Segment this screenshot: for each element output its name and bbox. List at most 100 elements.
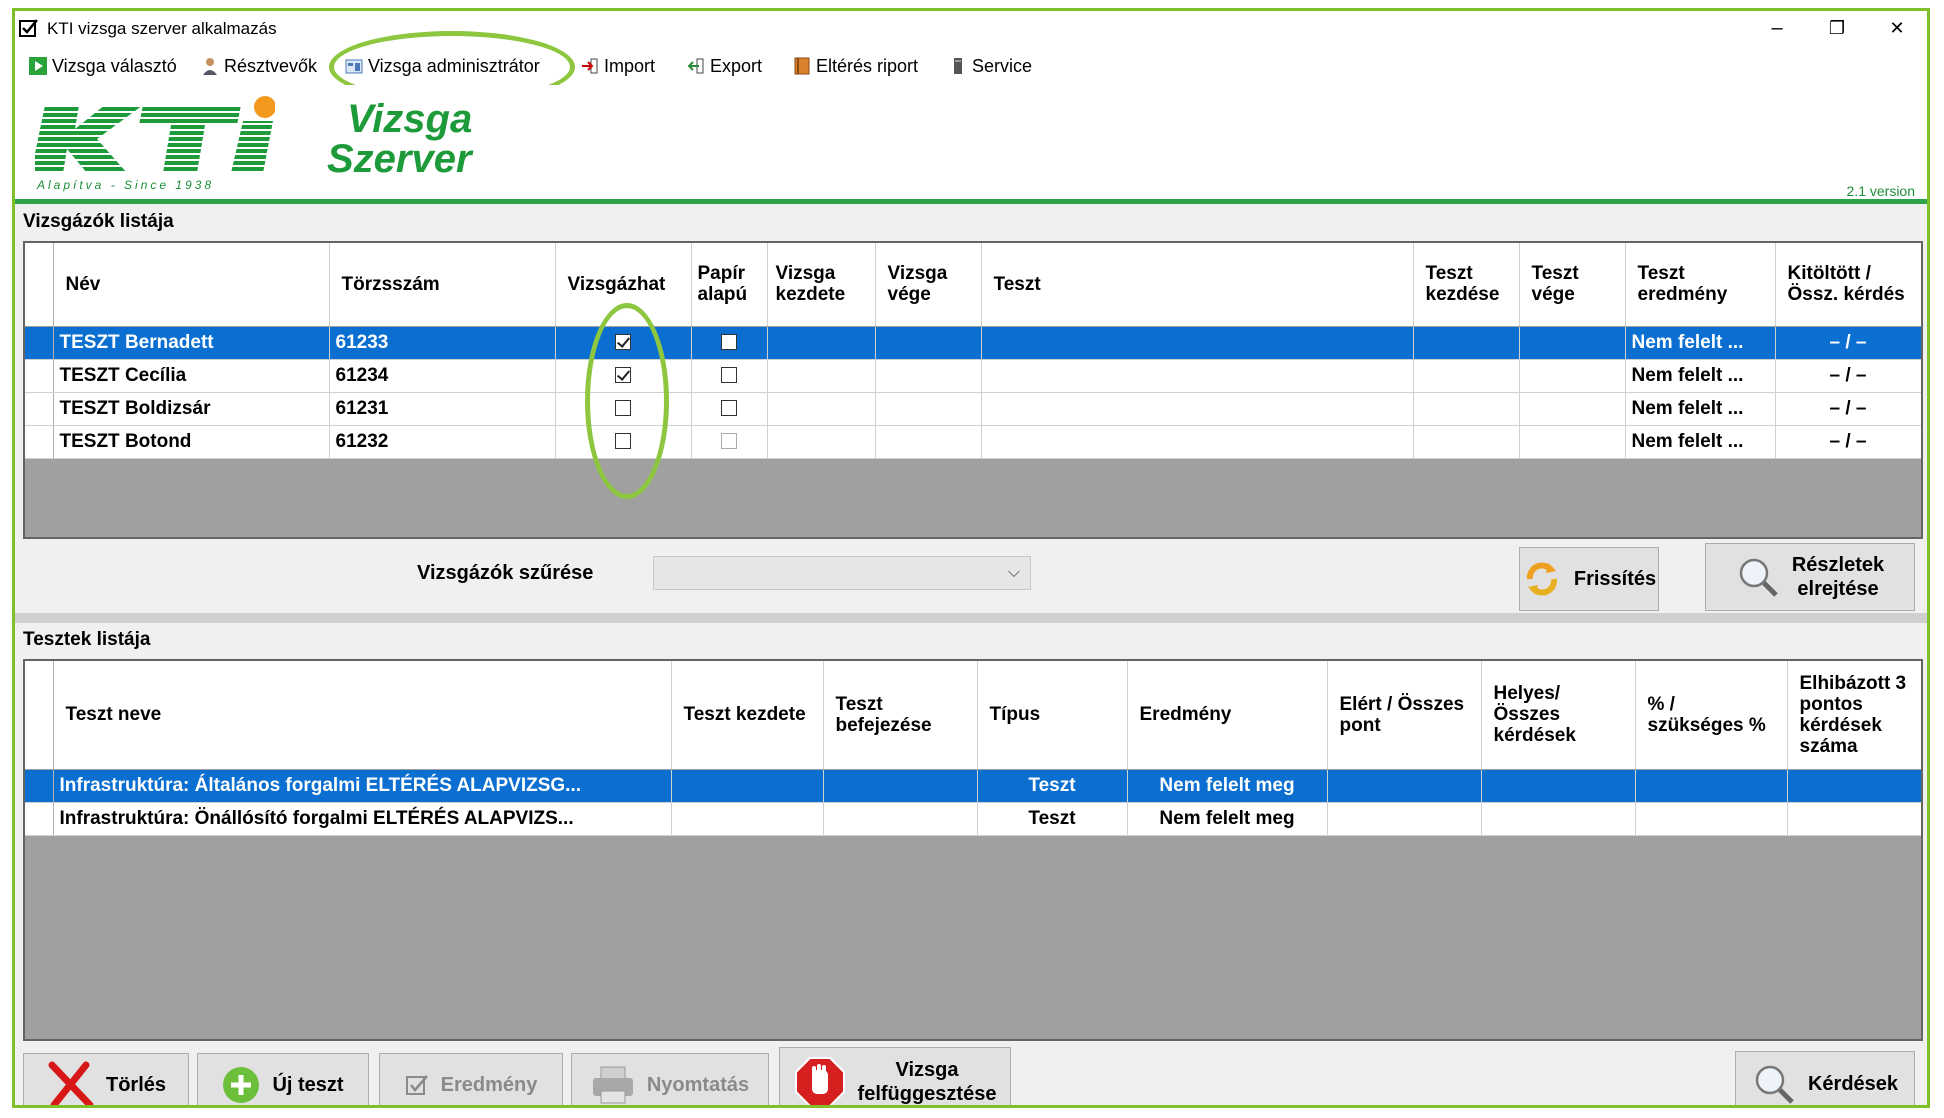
cell-exam-start[interactable] xyxy=(767,425,876,459)
cell-exam-end[interactable] xyxy=(875,392,982,426)
row-header[interactable] xyxy=(25,425,54,459)
menu-resztvevok[interactable]: Résztvevők xyxy=(201,53,317,79)
cell-name[interactable]: Infrastruktúra: Önállósító forgalmi ELTÉ… xyxy=(53,802,672,836)
col-header-nev[interactable]: Név xyxy=(53,243,330,327)
cell-missed[interactable] xyxy=(1787,802,1921,836)
cell-percent[interactable] xyxy=(1635,769,1788,803)
examinee-row[interactable]: TESZT Bernadett 61233 Nem felelt ... – / – xyxy=(25,326,1921,360)
examinee-row[interactable]: TESZT Boldizsár 61231 Nem felelt ... – / – xyxy=(25,392,1921,426)
cell-result[interactable]: Nem felelt ... xyxy=(1625,425,1776,459)
row-header[interactable] xyxy=(25,769,54,803)
cell-test[interactable] xyxy=(981,392,1414,426)
col-header-elert-pont[interactable]: Elért / Összes pont xyxy=(1327,661,1482,770)
cell-correct[interactable] xyxy=(1481,769,1636,803)
test-row[interactable]: Infrastruktúra: Általános forgalmi ELTÉR… xyxy=(25,769,1921,803)
hide-details-button[interactable]: Részletek elrejtése xyxy=(1705,543,1915,611)
test-row[interactable]: Infrastruktúra: Önállósító forgalmi ELTÉ… xyxy=(25,802,1921,836)
menu-vizsga-adminisztrator[interactable]: Vizsga adminisztrátor xyxy=(345,53,540,79)
col-header-papir[interactable]: Papír alapú xyxy=(691,243,768,327)
cell-result[interactable]: Nem felelt ... xyxy=(1625,392,1776,426)
col-header-vizsga-kezdete[interactable]: Vizsga kezdete xyxy=(767,243,876,327)
cell-start[interactable] xyxy=(671,769,824,803)
cell-test-start[interactable] xyxy=(1413,359,1520,393)
menu-vizsga-valaszto[interactable]: Vizsga választó xyxy=(29,53,177,79)
col-header-teszt[interactable]: Teszt xyxy=(981,243,1414,327)
col-header-teszt-eredmeny[interactable]: Teszt eredmény xyxy=(1625,243,1776,327)
col-header-teszt-vege[interactable]: Teszt vége xyxy=(1519,243,1626,327)
menu-import[interactable]: Import xyxy=(581,53,655,79)
cell-id[interactable]: 61231 xyxy=(329,392,556,426)
checkbox[interactable] xyxy=(615,400,631,417)
cell-name[interactable]: TESZT Botond xyxy=(53,425,330,459)
checkbox[interactable] xyxy=(615,367,631,384)
cell-name[interactable]: TESZT Boldizsár xyxy=(53,392,330,426)
col-header-elhibazott[interactable]: Elhibázott 3 pontos kérdések száma xyxy=(1787,661,1921,770)
col-header-teszt-kezdese[interactable]: Teszt kezdése xyxy=(1413,243,1520,327)
refresh-button[interactable]: Frissítés xyxy=(1519,547,1659,611)
cell-type[interactable]: Teszt xyxy=(977,769,1128,803)
col-header-tipus[interactable]: Típus xyxy=(977,661,1128,770)
cell-name[interactable]: Infrastruktúra: Általános forgalmi ELTÉR… xyxy=(53,769,672,803)
cell-filled[interactable]: – / – xyxy=(1775,425,1921,459)
cell-test[interactable] xyxy=(981,359,1414,393)
chevron-down-icon[interactable]: ⌵ xyxy=(1008,564,1020,582)
examinee-row[interactable]: TESZT Botond 61232 Nem felelt ... – / – xyxy=(25,425,1921,459)
cell-can-exam[interactable] xyxy=(555,326,692,360)
cell-end[interactable] xyxy=(823,802,978,836)
cell-name[interactable]: TESZT Bernadett xyxy=(53,326,330,360)
filter-combobox[interactable]: ⌵ xyxy=(653,556,1031,590)
cell-exam-end[interactable] xyxy=(875,359,982,393)
cell-test-end[interactable] xyxy=(1519,392,1626,426)
cell-test-end[interactable] xyxy=(1519,425,1626,459)
delete-button[interactable]: Törlés xyxy=(23,1053,189,1105)
cell-id[interactable]: 61232 xyxy=(329,425,556,459)
menu-service[interactable]: Service xyxy=(949,53,1032,79)
col-header-vizsgazhat[interactable]: Vizsgázhat xyxy=(555,243,692,327)
col-header-vizsga-vege[interactable]: Vizsga vége xyxy=(875,243,982,327)
cell-missed[interactable] xyxy=(1787,769,1921,803)
cell-result[interactable]: Nem felelt ... xyxy=(1625,326,1776,360)
row-header[interactable] xyxy=(25,392,54,426)
examinee-row[interactable]: TESZT Cecília 61234 Nem felelt ... – / – xyxy=(25,359,1921,393)
col-header-kitoltott[interactable]: Kitöltött / Össz. kérdés xyxy=(1775,243,1921,327)
cell-paper[interactable] xyxy=(691,392,768,426)
col-header-teszt-befejezese[interactable]: Teszt befejezése xyxy=(823,661,978,770)
row-header[interactable] xyxy=(25,359,54,393)
cell-can-exam[interactable] xyxy=(555,359,692,393)
menu-elteres-riport[interactable]: Eltérés riport xyxy=(793,53,918,79)
cell-end[interactable] xyxy=(823,769,978,803)
cell-test-start[interactable] xyxy=(1413,425,1520,459)
cell-name[interactable]: TESZT Cecília xyxy=(53,359,330,393)
cell-test-end[interactable] xyxy=(1519,359,1626,393)
checkbox[interactable] xyxy=(721,400,737,417)
cell-paper[interactable] xyxy=(691,425,768,459)
cell-id[interactable]: 61234 xyxy=(329,359,556,393)
cell-type[interactable]: Teszt xyxy=(977,802,1128,836)
cell-points[interactable] xyxy=(1327,769,1482,803)
cell-test-start[interactable] xyxy=(1413,326,1520,360)
cell-can-exam[interactable] xyxy=(555,392,692,426)
cell-exam-start[interactable] xyxy=(767,326,876,360)
result-button[interactable]: Eredmény xyxy=(379,1053,563,1105)
cell-filled[interactable]: – / – xyxy=(1775,392,1921,426)
row-header[interactable] xyxy=(25,802,54,836)
cell-result[interactable]: Nem felelt meg xyxy=(1127,802,1328,836)
cell-exam-start[interactable] xyxy=(767,392,876,426)
cell-exam-end[interactable] xyxy=(875,425,982,459)
close-button[interactable]: ✕ xyxy=(1867,11,1927,47)
cell-id[interactable]: 61233 xyxy=(329,326,556,360)
cell-points[interactable] xyxy=(1327,802,1482,836)
checkbox[interactable] xyxy=(721,433,737,450)
row-header[interactable] xyxy=(25,326,54,360)
cell-start[interactable] xyxy=(671,802,824,836)
checkbox[interactable] xyxy=(615,334,631,351)
cell-test-start[interactable] xyxy=(1413,392,1520,426)
cell-percent[interactable] xyxy=(1635,802,1788,836)
cell-test[interactable] xyxy=(981,425,1414,459)
maximize-button[interactable]: ❐ xyxy=(1807,11,1867,47)
col-header-teszt-kezdete[interactable]: Teszt kezdete xyxy=(671,661,824,770)
col-header-teszt-neve[interactable]: Teszt neve xyxy=(53,661,672,770)
checkbox[interactable] xyxy=(721,334,737,351)
questions-button[interactable]: Kérdések xyxy=(1735,1051,1915,1105)
cell-filled[interactable]: – / – xyxy=(1775,359,1921,393)
